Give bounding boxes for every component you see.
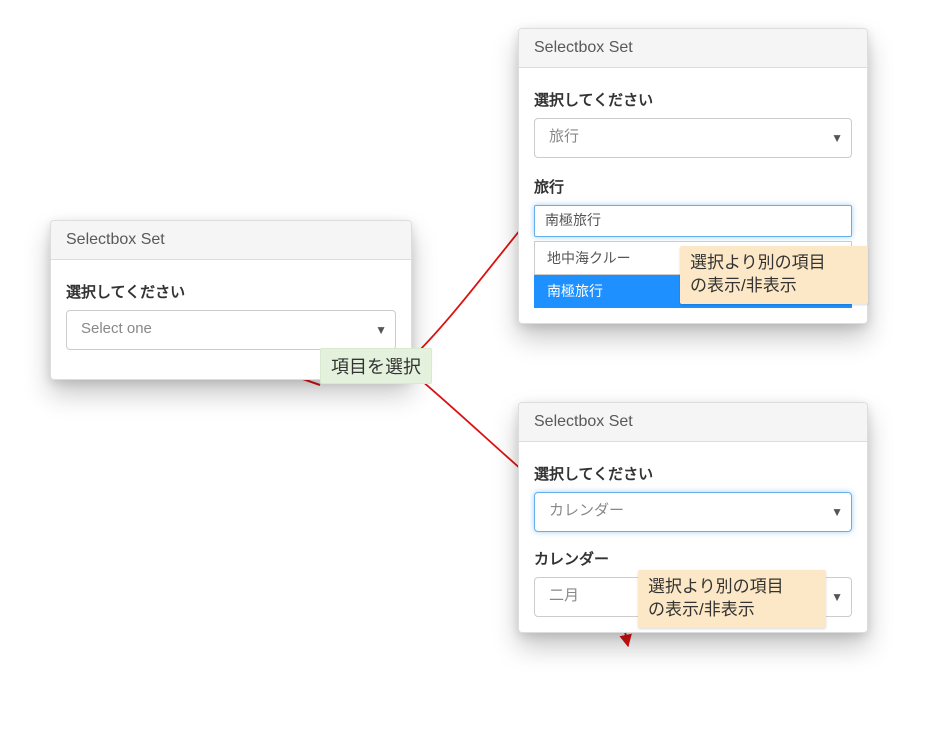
select-value: カレンダー [549,502,624,519]
annotation-select-item: 項目を選択 [320,348,432,384]
annotation-line: の表示/非表示 [690,276,797,295]
field-label: 選択してください [534,89,852,110]
select-value: Select one [81,320,152,337]
primary-select[interactable]: カレンダー ▼ [534,492,852,532]
annotation-line: の表示/非表示 [648,600,755,619]
primary-select[interactable]: Select one ▼ [66,310,396,350]
primary-select[interactable]: 旅行 ▼ [534,118,852,158]
field-label-secondary: カレンダー [534,548,852,569]
dropdown-search-input[interactable]: 南極旅行 [534,205,852,237]
panel-title: Selectbox Set [519,403,867,442]
panel-title: Selectbox Set [519,29,867,68]
panel-title: Selectbox Set [51,221,411,260]
annotation-line: 選択より別の項目 [690,253,826,272]
chevron-down-icon: ▼ [831,120,843,156]
chevron-down-icon: ▼ [375,312,387,348]
select-value: 旅行 [549,128,579,145]
chevron-down-icon: ▼ [831,579,843,615]
annotation-visibility-2: 選択より別の項目 の表示/非表示 [638,570,826,628]
field-label: 選択してください [66,281,396,302]
field-label-secondary: 旅行 [534,176,852,197]
chevron-down-icon: ▼ [831,494,843,530]
field-label: 選択してください [534,463,852,484]
select-value: 二月 [549,587,579,604]
annotation-visibility-1: 選択より別の項目 の表示/非表示 [680,246,868,304]
annotation-line: 選択より別の項目 [648,577,784,596]
